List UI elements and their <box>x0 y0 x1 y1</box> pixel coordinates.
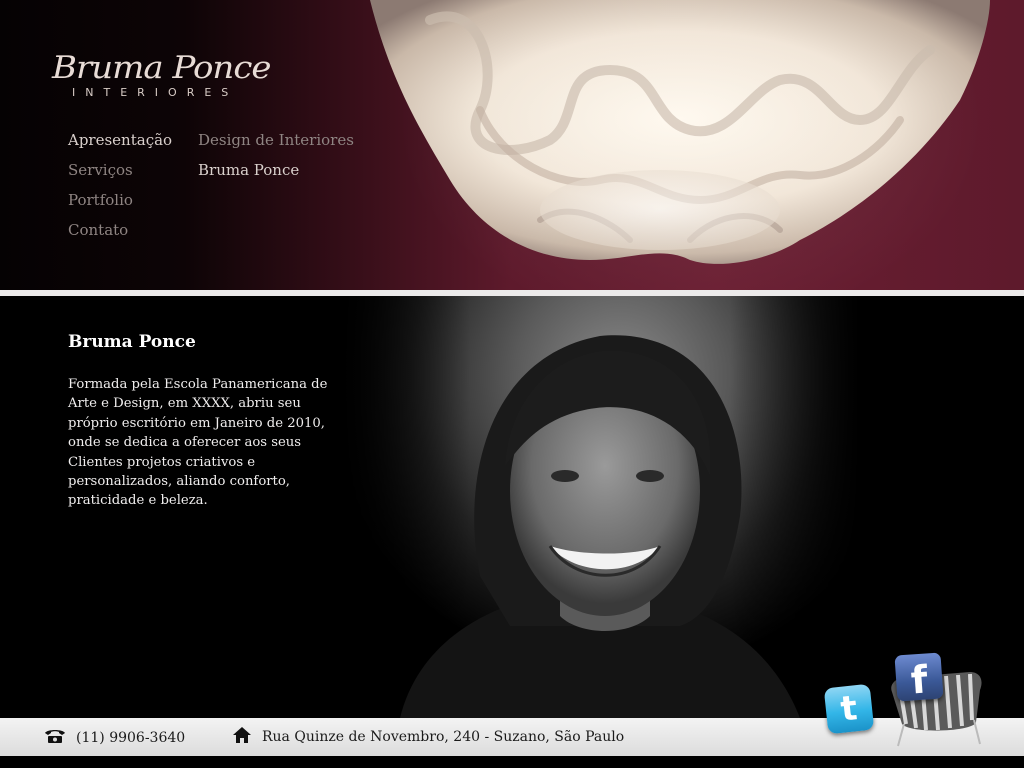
main-nav: Apresentação Serviços Portfolio Contato <box>68 131 172 251</box>
nav-item-apresentacao[interactable]: Apresentação <box>68 131 172 161</box>
facebook-glyph: f <box>909 657 929 703</box>
phone-number: (11) 9906-3640 <box>76 730 186 746</box>
portrait-photo <box>400 335 800 718</box>
twitter-icon[interactable]: t <box>823 683 875 735</box>
subnav-item-design-de-interiores[interactable]: Design de Interiores <box>198 131 354 161</box>
logo-script: Bruma Ponce <box>52 49 271 87</box>
twitter-glyph: t <box>838 688 860 730</box>
footer-address: Rua Quinze de Novembro, 240 - Suzano, Sã… <box>232 726 624 748</box>
footer-phone: (11) 9906-3640 <box>44 728 185 748</box>
home-icon <box>232 726 252 748</box>
nav-item-servicos[interactable]: Serviços <box>68 161 172 191</box>
logo[interactable]: Bruma Ponce INTERIORES <box>52 48 292 108</box>
about-text: Formada pela Escola Panamericana de Arte… <box>68 377 328 509</box>
phone-icon <box>44 728 66 748</box>
subnav-item-bruma-ponce[interactable]: Bruma Ponce <box>198 161 354 191</box>
about-title: Bruma Ponce <box>68 332 196 352</box>
facebook-icon[interactable]: f <box>894 652 944 703</box>
logo-subtitle: INTERIORES <box>72 86 239 99</box>
main-content: Bruma Ponce Formada pela Escola Panameri… <box>0 296 1024 718</box>
pendant-lamp-image <box>370 0 990 264</box>
sub-nav: Design de Interiores Bruma Ponce <box>198 131 354 191</box>
header-banner: Bruma Ponce INTERIORES Apresentação Serv… <box>0 0 1024 290</box>
address-text: Rua Quinze de Novembro, 240 - Suzano, Sã… <box>262 729 625 745</box>
nav-item-contato[interactable]: Contato <box>68 221 172 251</box>
footer-bottom-bar <box>0 756 1024 768</box>
nav-item-portfolio[interactable]: Portfolio <box>68 191 172 221</box>
